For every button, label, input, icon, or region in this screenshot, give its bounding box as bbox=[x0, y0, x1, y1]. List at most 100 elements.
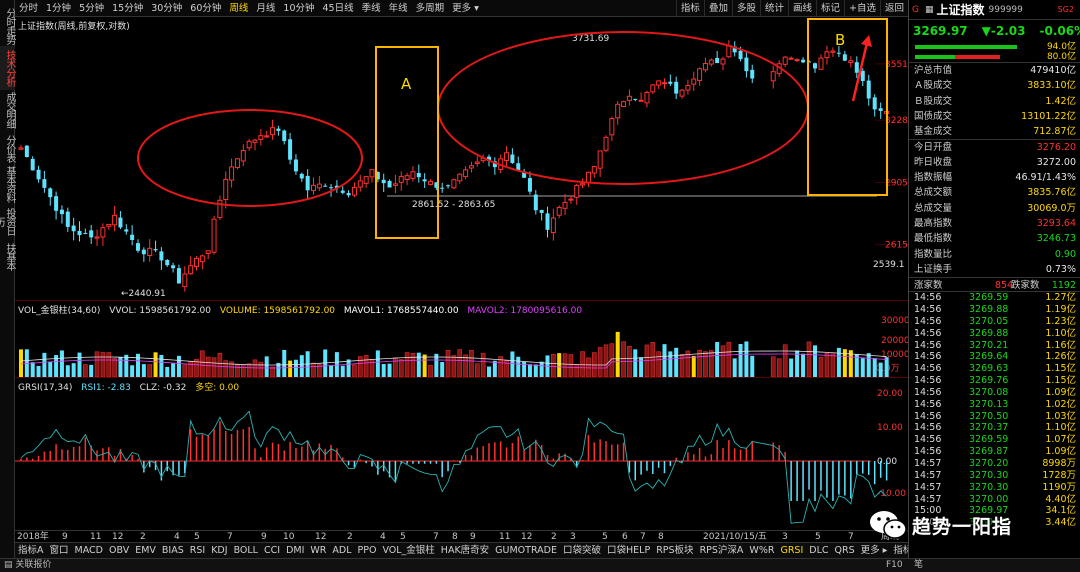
status-f10[interactable]: F10 bbox=[886, 559, 903, 572]
vtab-1[interactable]: 技术分析 bbox=[0, 46, 15, 90]
tick-price: 3269.59 bbox=[969, 434, 1009, 446]
period-tab-5[interactable]: 60分钟 bbox=[186, 0, 225, 16]
indicator-tab-11[interactable]: WR bbox=[307, 543, 329, 558]
indicator-tab-14[interactable]: VOL_金银柱 bbox=[379, 543, 437, 558]
indicator-tab-5[interactable]: BIAS bbox=[159, 543, 187, 558]
indicator-tab-13[interactable]: PPO bbox=[355, 543, 380, 558]
indicator-tab-3[interactable]: OBV bbox=[106, 543, 132, 558]
vtab-4[interactable]: 基本资料 bbox=[0, 165, 15, 203]
volume-bar bbox=[288, 360, 293, 377]
kline-svg[interactable]: 3551 3228 2905 2615 2539.1 3731.69 ←2440.91 286… bbox=[15, 17, 908, 300]
candle-body bbox=[71, 225, 76, 232]
vtab-2[interactable]: 成交明细 bbox=[0, 91, 15, 129]
indicator-tab-0[interactable]: 指标A bbox=[15, 543, 47, 558]
vtab-6[interactable]: 扶基本 bbox=[0, 240, 15, 272]
volume-bar bbox=[872, 358, 877, 377]
indicator-tab-19[interactable]: RPS板块 bbox=[653, 543, 696, 558]
period-tab-8[interactable]: 10分钟 bbox=[279, 0, 318, 16]
tool-indicator[interactable]: 指标 bbox=[675, 0, 704, 16]
grsi-panel[interactable]: 20.0010.000.00-10.00 GRSI(17,34) RSI1: -… bbox=[15, 377, 908, 530]
period-tab-12[interactable]: 多周期 bbox=[412, 0, 449, 16]
tool-statistics[interactable]: 统计 bbox=[759, 0, 788, 16]
status-tick-mode[interactable]: 笔 bbox=[914, 559, 923, 572]
indicator-tab-22[interactable]: GRSI bbox=[777, 543, 806, 558]
period-tab-13[interactable]: 更多 ▾ bbox=[448, 0, 483, 16]
volume-bar bbox=[615, 331, 620, 377]
indicator-tab-23[interactable]: DLC bbox=[806, 543, 831, 558]
period-tab-10[interactable]: 季线 bbox=[358, 0, 385, 16]
tick-price: 3269.59 bbox=[969, 292, 1009, 304]
period-tab-11[interactable]: 年线 bbox=[385, 0, 412, 16]
period-tab-2[interactable]: 5分钟 bbox=[75, 0, 108, 16]
tool-draw-line[interactable]: 画线 bbox=[787, 0, 816, 16]
tool-add-favorite[interactable]: +自选 bbox=[844, 0, 880, 16]
indicator-tab-2[interactable]: MACD bbox=[72, 543, 106, 558]
quote-row-label: 最高指数 bbox=[914, 217, 953, 229]
volume-bar bbox=[211, 357, 217, 378]
candle-body bbox=[199, 255, 205, 263]
indicator-tab-7[interactable]: KDJ bbox=[208, 543, 230, 558]
indicator-tab-18[interactable]: 口袋HELP bbox=[604, 543, 653, 558]
tool-mark[interactable]: 标记 bbox=[816, 0, 844, 16]
indicator-tab-10[interactable]: DMI bbox=[283, 543, 307, 558]
indicator-tab-8[interactable]: BOLL bbox=[231, 543, 261, 558]
kline-chart-panel[interactable]: 3551 3228 2905 2615 2539.1 3731.69 ←2440.91 286… bbox=[15, 17, 908, 300]
indicator-tab-24[interactable]: QRS bbox=[832, 543, 858, 558]
period-tab-7[interactable]: 月线 bbox=[252, 0, 279, 16]
indicator-tab-16[interactable]: GUMOTRADE bbox=[492, 543, 560, 558]
vtab-3[interactable]: 分价表 bbox=[0, 132, 15, 164]
tool-multi-stock[interactable]: 多股 bbox=[731, 0, 760, 16]
period-tab-0[interactable]: 分时 bbox=[15, 0, 42, 16]
candle-body bbox=[770, 71, 776, 82]
tick-volume: 1.10亿 bbox=[1045, 422, 1076, 434]
volume-bar bbox=[159, 354, 164, 377]
up-arrow-head bbox=[861, 35, 872, 47]
grsi-svg[interactable]: 20.0010.000.00-10.00 bbox=[15, 378, 908, 531]
candle-body bbox=[463, 169, 469, 178]
tick-time: 15:00 bbox=[914, 505, 942, 517]
indicator-tab-1[interactable]: 窗口 bbox=[47, 543, 72, 558]
volume-bar bbox=[147, 364, 152, 378]
tick-list[interactable]: 14:56 3269.59 1.27亿 14:56 3269.88 1.19亿 14:56 3… bbox=[909, 292, 1080, 529]
period-tab-3[interactable]: 15分钟 bbox=[108, 0, 147, 16]
indicator-tab-15[interactable]: HAK唐奇安 bbox=[438, 543, 492, 558]
period-tab-4[interactable]: 30分钟 bbox=[147, 0, 186, 16]
quote-row-label: 基金成交 bbox=[914, 126, 953, 138]
indicator-tab-17[interactable]: 口袋突破 bbox=[560, 543, 604, 558]
quote-row-label: 最低指数 bbox=[914, 233, 953, 245]
volume-panel[interactable]: 300002000010000X10万 VOL_金银柱(34,60) VVOL:… bbox=[15, 300, 908, 378]
volume-bar bbox=[334, 352, 339, 377]
quote-row-value: 3272.00 bbox=[1036, 156, 1076, 168]
tool-overlay[interactable]: 叠加 bbox=[703, 0, 732, 16]
vtab-0[interactable]: 分时走势 bbox=[0, 4, 15, 48]
candle-body bbox=[854, 62, 859, 73]
tick-time: 14:56 bbox=[914, 446, 942, 458]
status-related-quote[interactable]: ▤ 关联报价 bbox=[4, 559, 51, 572]
tool-back[interactable]: 返回 bbox=[879, 0, 908, 16]
indicator-tab-21[interactable]: W%R bbox=[746, 543, 777, 558]
candle-body bbox=[282, 130, 287, 142]
candle-body bbox=[527, 178, 532, 192]
period-tab-6[interactable]: 周线 bbox=[225, 0, 252, 16]
tick-time: 14:56 bbox=[914, 434, 942, 446]
tick-volume: 1.27亿 bbox=[1045, 292, 1076, 304]
period-tab-1[interactable]: 1分钟 bbox=[42, 0, 75, 16]
indicator-tab-20[interactable]: RPS沪深A bbox=[697, 543, 747, 558]
candle-body bbox=[89, 230, 94, 238]
tick-row: 14:56 3270.13 1.02亿 bbox=[909, 399, 1080, 411]
vtab-5[interactable]: 投资日历 bbox=[0, 206, 15, 236]
indicator-tab-25[interactable]: 更多 ▸ bbox=[858, 543, 891, 558]
indicator-tab-26[interactable]: 指标B bbox=[890, 543, 908, 558]
indicator-tab-12[interactable]: ADL bbox=[329, 543, 354, 558]
candle-body bbox=[153, 249, 158, 251]
indicator-tab-9[interactable]: CCI bbox=[261, 543, 283, 558]
indicator-tabs: 指标A 窗口 MACD OBV EMV BIAS RSI KDJ BOLL CCI DMI WR ADL… bbox=[15, 542, 908, 558]
period-tab-9[interactable]: 45日线 bbox=[319, 0, 358, 16]
indicator-tab-4[interactable]: EMV bbox=[132, 543, 159, 558]
volume-bar bbox=[557, 353, 562, 377]
indicator-tab-6[interactable]: RSI bbox=[187, 543, 208, 558]
high-label: 3731.69 bbox=[572, 34, 609, 44]
tick-volume: 1.15亿 bbox=[1045, 363, 1076, 375]
volume-bar bbox=[200, 350, 205, 378]
candle-body bbox=[381, 179, 386, 184]
